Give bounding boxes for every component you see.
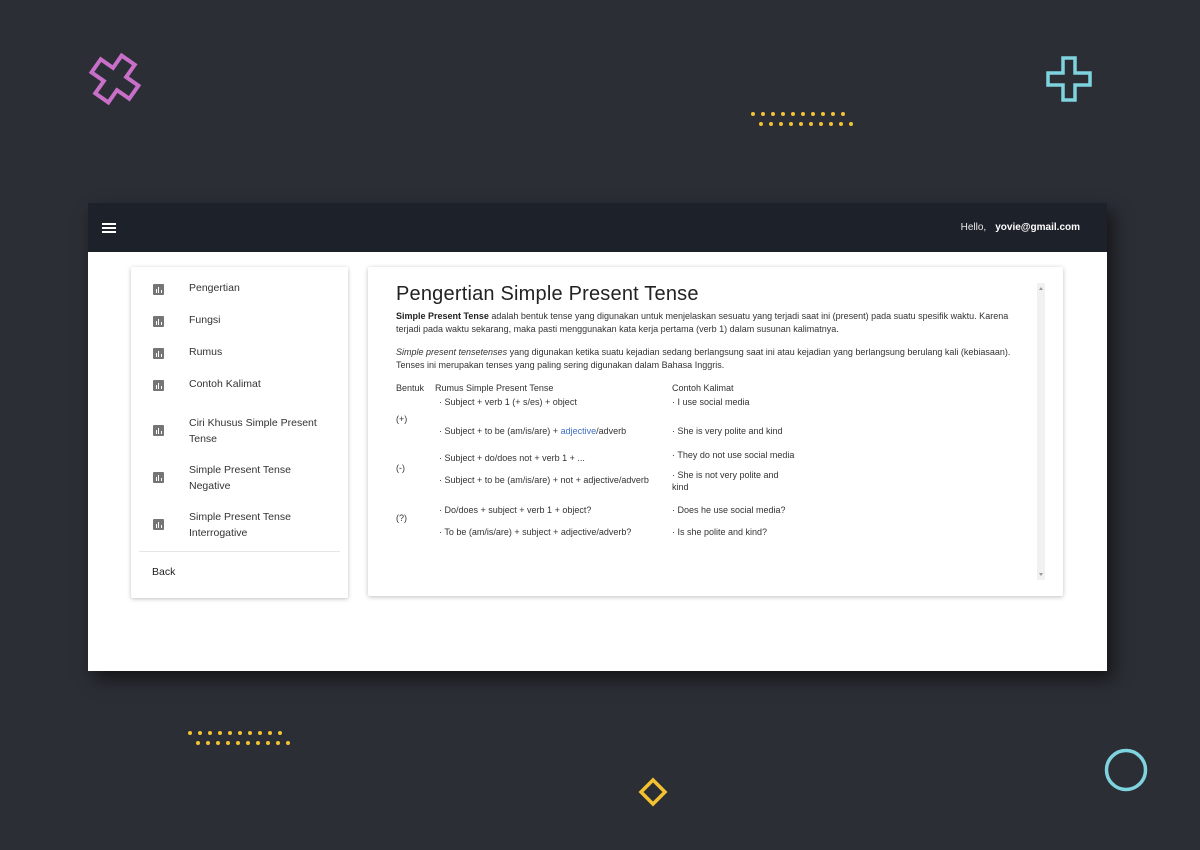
pink-cross-decoration bbox=[88, 52, 142, 106]
contoh-line: · Is she polite and kind? bbox=[672, 527, 768, 537]
sidebar-item-negative[interactable]: Simple Present Tense Negative bbox=[131, 457, 348, 504]
yellow-dots-bottom bbox=[188, 731, 290, 745]
definition-term: Simple Present Tense bbox=[396, 311, 489, 321]
usage-paragraph: Simple present tensetenses yang digunaka… bbox=[396, 346, 1016, 371]
table-row-interrogative: (?) · Do/does + subject + verb 1 + objec… bbox=[396, 493, 812, 543]
rumus-text: /adverb bbox=[596, 426, 627, 436]
sidebar-item-fungsi[interactable]: Fungsi bbox=[131, 314, 348, 346]
rumus-line: · Subject + to be (am/is/are) + not + ad… bbox=[439, 475, 649, 485]
sidebar-item-label: Ciri Khusus Simple Present Tense bbox=[189, 416, 317, 445]
table-header-row: Bentuk Rumus Simple Present Tense Contoh… bbox=[396, 381, 812, 395]
rumus-line: · Subject + verb 1 (+ s/es) + object bbox=[439, 397, 577, 407]
bar-chart-icon bbox=[153, 425, 164, 436]
yellow-diamond-decoration bbox=[638, 777, 668, 807]
contoh-cell: · I use social media · She is very polit… bbox=[672, 395, 812, 443]
scroll-down-icon[interactable] bbox=[1039, 573, 1043, 576]
hamburger-menu-icon[interactable] bbox=[102, 222, 116, 233]
sidebar-nav: Pengertian Fungsi Rumus Contoh Kalimat C… bbox=[131, 267, 348, 598]
scroll-up-icon[interactable] bbox=[1039, 287, 1043, 290]
contoh-cell: · They do not use social media · She is … bbox=[672, 443, 812, 493]
contoh-line: · I use social media bbox=[672, 397, 750, 407]
rumus-line: · Do/does + subject + verb 1 + object? bbox=[439, 505, 592, 515]
formula-table: Bentuk Rumus Simple Present Tense Contoh… bbox=[396, 381, 812, 543]
contoh-line: · She is very polite and kind bbox=[672, 426, 783, 436]
rumus-cell: · Subject + verb 1 (+ s/es) + object · S… bbox=[435, 395, 672, 443]
sidebar-item-contoh-kalimat[interactable]: Contoh Kalimat bbox=[131, 378, 348, 410]
form-positive: (+) bbox=[396, 414, 408, 424]
scrollbar[interactable] bbox=[1037, 283, 1045, 580]
sidebar-item-label: Fungsi bbox=[189, 314, 221, 326]
usage-term: Simple present tensetenses bbox=[396, 347, 508, 357]
app-bar: Hello, yovie@gmail.com bbox=[88, 203, 1107, 252]
app-window: Hello, yovie@gmail.com Pengertian Fungsi… bbox=[88, 203, 1107, 671]
definition-paragraph: Simple Present Tense adalah bentuk tense… bbox=[396, 310, 1016, 335]
cyan-circle-decoration bbox=[1104, 748, 1148, 792]
adjective-link[interactable]: adjective bbox=[561, 426, 597, 436]
bar-chart-icon bbox=[153, 316, 164, 327]
user-email: yovie@gmail.com bbox=[995, 222, 1080, 233]
greeting-text: Hello, bbox=[960, 222, 987, 233]
bar-chart-icon bbox=[153, 284, 164, 295]
content-card: Pengertian Simple Present Tense Simple P… bbox=[368, 267, 1063, 596]
contoh-line: · She is not very polite and kind bbox=[672, 470, 779, 492]
sidebar-item-rumus[interactable]: Rumus bbox=[131, 346, 348, 378]
form-interrogative: (?) bbox=[396, 513, 407, 523]
form-cell: (+) bbox=[396, 395, 435, 443]
contoh-line: · Does he use social media? bbox=[672, 505, 786, 515]
sidebar-item-interrogative[interactable]: Simple Present Tense Interrogative bbox=[131, 504, 348, 551]
form-cell: (?) bbox=[396, 493, 435, 543]
rumus-line: · Subject + do/does not + verb 1 + ... bbox=[439, 453, 585, 463]
table-row-positive: (+) · Subject + verb 1 (+ s/es) + object… bbox=[396, 395, 812, 443]
form-cell: (-) bbox=[396, 443, 435, 493]
rumus-text: · Subject + to be (am/is/are) + bbox=[439, 426, 561, 436]
sidebar-item-ciri-khusus[interactable]: Ciri Khusus Simple Present Tense bbox=[131, 410, 348, 457]
sidebar-item-label: Pengertian bbox=[189, 282, 240, 294]
content-body: Pengertian Simple Present Tense Simple P… bbox=[396, 283, 1016, 543]
cyan-cross-decoration bbox=[1046, 56, 1092, 102]
column-header-contoh: Contoh Kalimat bbox=[672, 383, 734, 393]
sidebar-item-pengertian[interactable]: Pengertian bbox=[131, 282, 348, 314]
page-title: Pengertian Simple Present Tense bbox=[396, 283, 699, 305]
bar-chart-icon bbox=[153, 380, 164, 391]
sidebar-item-label: Simple Present Tense Negative bbox=[189, 463, 291, 492]
column-header-bentuk: Bentuk bbox=[396, 383, 425, 393]
back-link[interactable]: Back bbox=[131, 566, 348, 578]
bar-chart-icon bbox=[153, 348, 164, 359]
contoh-cell: · Does he use social media? · Is she pol… bbox=[672, 493, 812, 543]
column-header-rumus: Rumus Simple Present Tense bbox=[435, 383, 554, 393]
yellow-dots-top bbox=[751, 112, 853, 126]
table-row-negative: (-) · Subject + do/does not + verb 1 + .… bbox=[396, 443, 812, 493]
bar-chart-icon bbox=[153, 472, 164, 483]
rumus-line: · Subject + to be (am/is/are) + adjectiv… bbox=[439, 419, 672, 443]
sidebar-item-label: Rumus bbox=[189, 346, 223, 358]
contoh-line: · They do not use social media bbox=[672, 450, 795, 460]
form-negative: (-) bbox=[396, 463, 405, 473]
rumus-cell: · Subject + do/does not + verb 1 + ... ·… bbox=[435, 443, 672, 493]
bar-chart-icon bbox=[153, 519, 164, 530]
rumus-cell: · Do/does + subject + verb 1 + object? ·… bbox=[435, 493, 672, 543]
sidebar-item-label: Contoh Kalimat bbox=[189, 378, 261, 390]
sidebar-item-label: Simple Present Tense Interrogative bbox=[189, 510, 291, 539]
rumus-line: · To be (am/is/are) + subject + adjectiv… bbox=[439, 527, 632, 537]
